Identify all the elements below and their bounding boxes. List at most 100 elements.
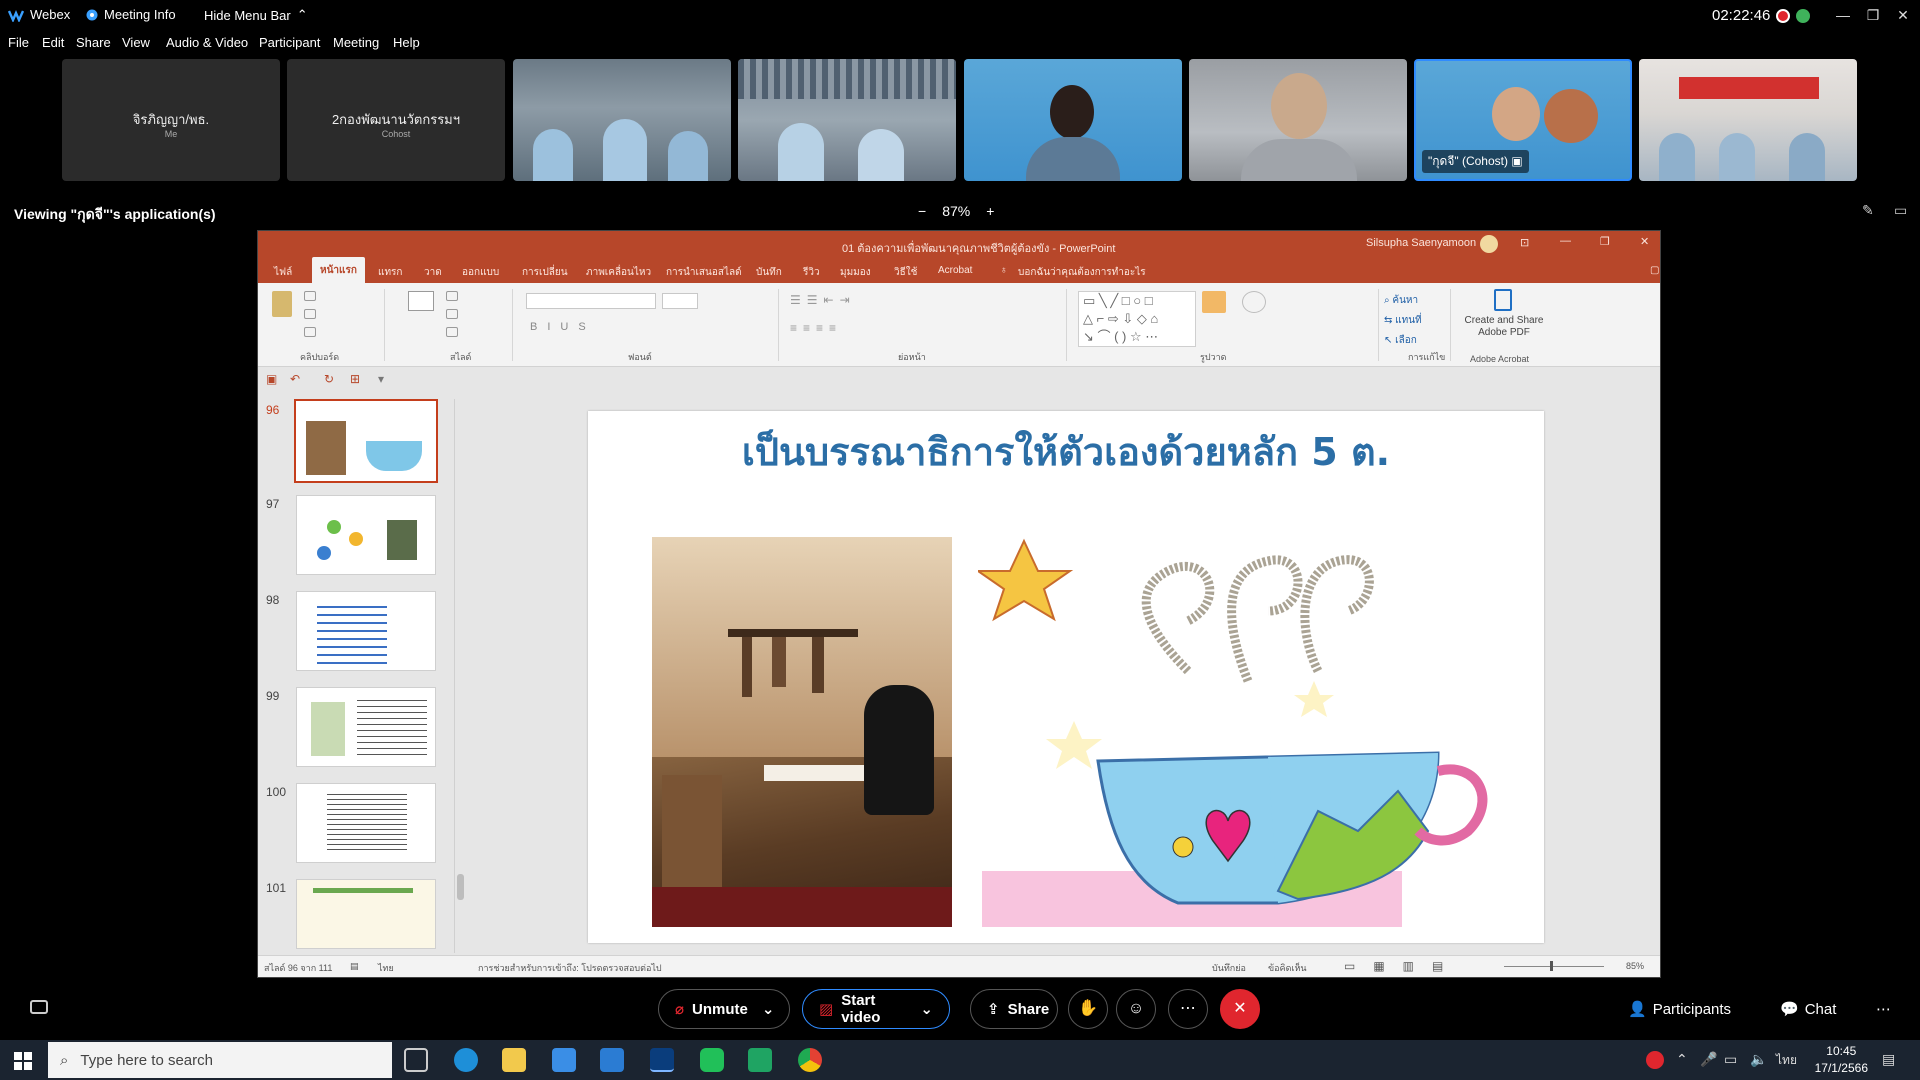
ppt-tab-design[interactable]: ออกแบบ (462, 265, 499, 280)
slide-thumbnail-96[interactable] (294, 399, 438, 483)
taskbar-clock[interactable]: 10:45 17/1/2566 (1815, 1043, 1868, 1077)
sheets-icon[interactable] (748, 1048, 772, 1072)
network-icon[interactable]: ▭ (1724, 1051, 1737, 1068)
participants-button[interactable]: 👤 Participants (1628, 1000, 1731, 1019)
adobe-pdf-icon[interactable] (1494, 289, 1512, 311)
close-icon[interactable]: ✕ (1888, 4, 1918, 26)
zoom-slider[interactable] (1504, 966, 1604, 967)
view-mode-icons[interactable]: ▭▦▥▤ (1344, 959, 1461, 973)
paste-icon[interactable] (272, 291, 292, 317)
menu-audio-video[interactable]: Audio & Video (166, 35, 248, 50)
slide-thumbnail-97[interactable] (296, 495, 436, 575)
reactions-icon[interactable]: ☺ (1116, 989, 1156, 1029)
zoom-slider-thumb[interactable] (1550, 961, 1553, 971)
menu-edit[interactable]: Edit (42, 35, 64, 50)
user-avatar[interactable] (1480, 235, 1498, 253)
cut-icon[interactable] (304, 291, 316, 301)
input-language[interactable]: ไทย (1776, 1051, 1797, 1070)
menu-help[interactable]: Help (393, 35, 420, 50)
chat-button[interactable]: 💬 Chat (1780, 1000, 1836, 1019)
scrollbar-thumb[interactable] (457, 874, 464, 900)
undo-icon[interactable]: ↶ (290, 372, 300, 386)
ppt-close-icon[interactable]: ✕ (1640, 235, 1649, 248)
annotate-icon[interactable]: ✎ (1862, 202, 1874, 219)
accessibility-status[interactable]: การช่วยสำหรับการเข้าถึง: โปรดตรวจสอบต่อไ… (478, 961, 662, 975)
ppt-tab-insert[interactable]: แทรก (378, 265, 402, 280)
end-call-icon[interactable]: ✕ (1220, 989, 1260, 1029)
format-painter-icon[interactable] (304, 327, 316, 337)
more-options-icon[interactable]: ⋯ (1168, 989, 1208, 1029)
participant-tile-cohost[interactable]: 2กองพัฒนานวัตกรรมฯ Cohost (287, 59, 505, 181)
zoom-in-button[interactable]: + (986, 203, 994, 219)
menu-meeting[interactable]: Meeting (333, 35, 379, 50)
bullet-list-icons[interactable]: ☰☰⇤⇥ (790, 293, 856, 307)
customize-qat-icon[interactable]: ▾ (378, 372, 384, 386)
captions-icon[interactable] (30, 1000, 48, 1014)
menu-share[interactable]: Share (76, 35, 111, 50)
font-size-select[interactable] (662, 293, 698, 309)
restore-icon[interactable]: ❐ (1858, 4, 1888, 26)
volume-icon[interactable]: 🔈 (1750, 1051, 1767, 1068)
tray-chevron-icon[interactable]: ⌃ (1676, 1051, 1688, 1068)
unmute-button[interactable]: ⌀ Unmute ⌄ (658, 989, 790, 1029)
present-icon[interactable]: ⊞ (350, 372, 360, 386)
slide-thumbnail-99[interactable] (296, 687, 436, 767)
more-panels-icon[interactable]: ⋯ (1876, 1000, 1891, 1018)
participant-tile-me[interactable]: จิรภิญญา/พธ. Me (62, 59, 280, 181)
font-name-select[interactable] (526, 293, 656, 309)
ppt-tab-slideshow[interactable]: การนำเสนอสไลด์ (666, 265, 742, 280)
alignment-icons[interactable]: ≡≡≡≡ (790, 321, 842, 335)
ppt-tab-view[interactable]: มุมมอง (840, 265, 871, 280)
chevron-down-icon[interactable]: ⌄ (762, 1000, 775, 1018)
ppt-tab-transitions[interactable]: การเปลี่ยน (522, 265, 568, 280)
start-video-button[interactable]: ▨ Start video ⌄ (802, 989, 950, 1029)
meeting-info-button[interactable]: Meeting Info (86, 7, 176, 22)
thumbnail-scrollbar[interactable] (454, 399, 466, 953)
slide-thumbnail-100[interactable] (296, 783, 436, 863)
arrange-icon[interactable] (1202, 291, 1226, 313)
notification-center-icon[interactable]: ▤ (1882, 1051, 1895, 1068)
store-icon[interactable] (552, 1048, 576, 1072)
save-icon[interactable]: ▣ (266, 372, 277, 386)
reset-icon[interactable] (446, 309, 458, 319)
editing-icons[interactable]: ⌕ ค้นหา ⇆ แทนที่ ↖ เลือก (1384, 291, 1422, 351)
share-button[interactable]: ⇪ Share (970, 989, 1058, 1029)
new-slide-icon[interactable] (408, 291, 434, 311)
ribbon-display-icon[interactable]: ⊡ (1520, 236, 1529, 249)
file-explorer-icon[interactable] (502, 1048, 526, 1072)
zoom-out-button[interactable]: − (918, 203, 926, 219)
edge-browser-icon[interactable] (454, 1048, 478, 1072)
quick-styles-icon[interactable] (1242, 291, 1266, 313)
create-share-pdf-button[interactable]: Create and Share Adobe PDF (1458, 315, 1550, 339)
spellcheck-icon[interactable]: ▤ (350, 961, 359, 972)
help-tray-icon[interactable] (1646, 1051, 1664, 1069)
raise-hand-icon[interactable]: ✋ (1068, 989, 1108, 1029)
microphone-tray-icon[interactable]: 🎤 (1700, 1051, 1717, 1068)
participant-video-meeting-room[interactable] (1639, 59, 1857, 181)
notes-button[interactable]: บันทึกย่อ (1212, 961, 1246, 975)
menu-file[interactable]: File (8, 35, 29, 50)
layout-icon[interactable] (446, 291, 458, 301)
participant-video-classroom-2[interactable] (738, 59, 956, 181)
view-options-icon[interactable]: ▭ (1894, 202, 1907, 219)
hide-menu-bar-button[interactable]: Hide Menu Bar ⌃ (204, 7, 308, 23)
ppt-tab-file[interactable]: ไฟล์ (274, 265, 292, 280)
ppt-tab-review[interactable]: รีวิว (803, 265, 820, 280)
ppt-tab-home[interactable]: หน้าแรก (312, 257, 365, 284)
ppt-tab-help[interactable]: วิธีใช้ (894, 265, 917, 280)
chrome-icon[interactable] (798, 1048, 822, 1072)
line-app-icon[interactable] (700, 1048, 724, 1072)
participant-video-presenter[interactable]: "กุดจี" (Cohost) ▣ (1414, 59, 1632, 181)
minimize-icon[interactable]: — (1828, 4, 1858, 26)
redo-icon[interactable]: ↻ (324, 372, 334, 386)
participant-video-classroom-1[interactable] (513, 59, 731, 181)
ppt-tell-me-search[interactable]: บอกฉันว่าคุณต้องการทำอะไร (1018, 265, 1146, 280)
slide-thumbnail-101[interactable] (296, 879, 436, 949)
taskbar-search-box[interactable]: ⌕ Type here to search (48, 1042, 392, 1078)
menu-participant[interactable]: Participant (259, 35, 320, 50)
participant-video-man[interactable] (1189, 59, 1407, 181)
slide-canvas[interactable]: เป็นบรรณาธิการให้ตัวเองด้วยหลัก 5 ต. (588, 411, 1544, 943)
webex-taskbar-icon[interactable] (650, 1048, 674, 1072)
task-view-icon[interactable] (404, 1048, 428, 1072)
slide-thumbnail-98[interactable] (296, 591, 436, 671)
